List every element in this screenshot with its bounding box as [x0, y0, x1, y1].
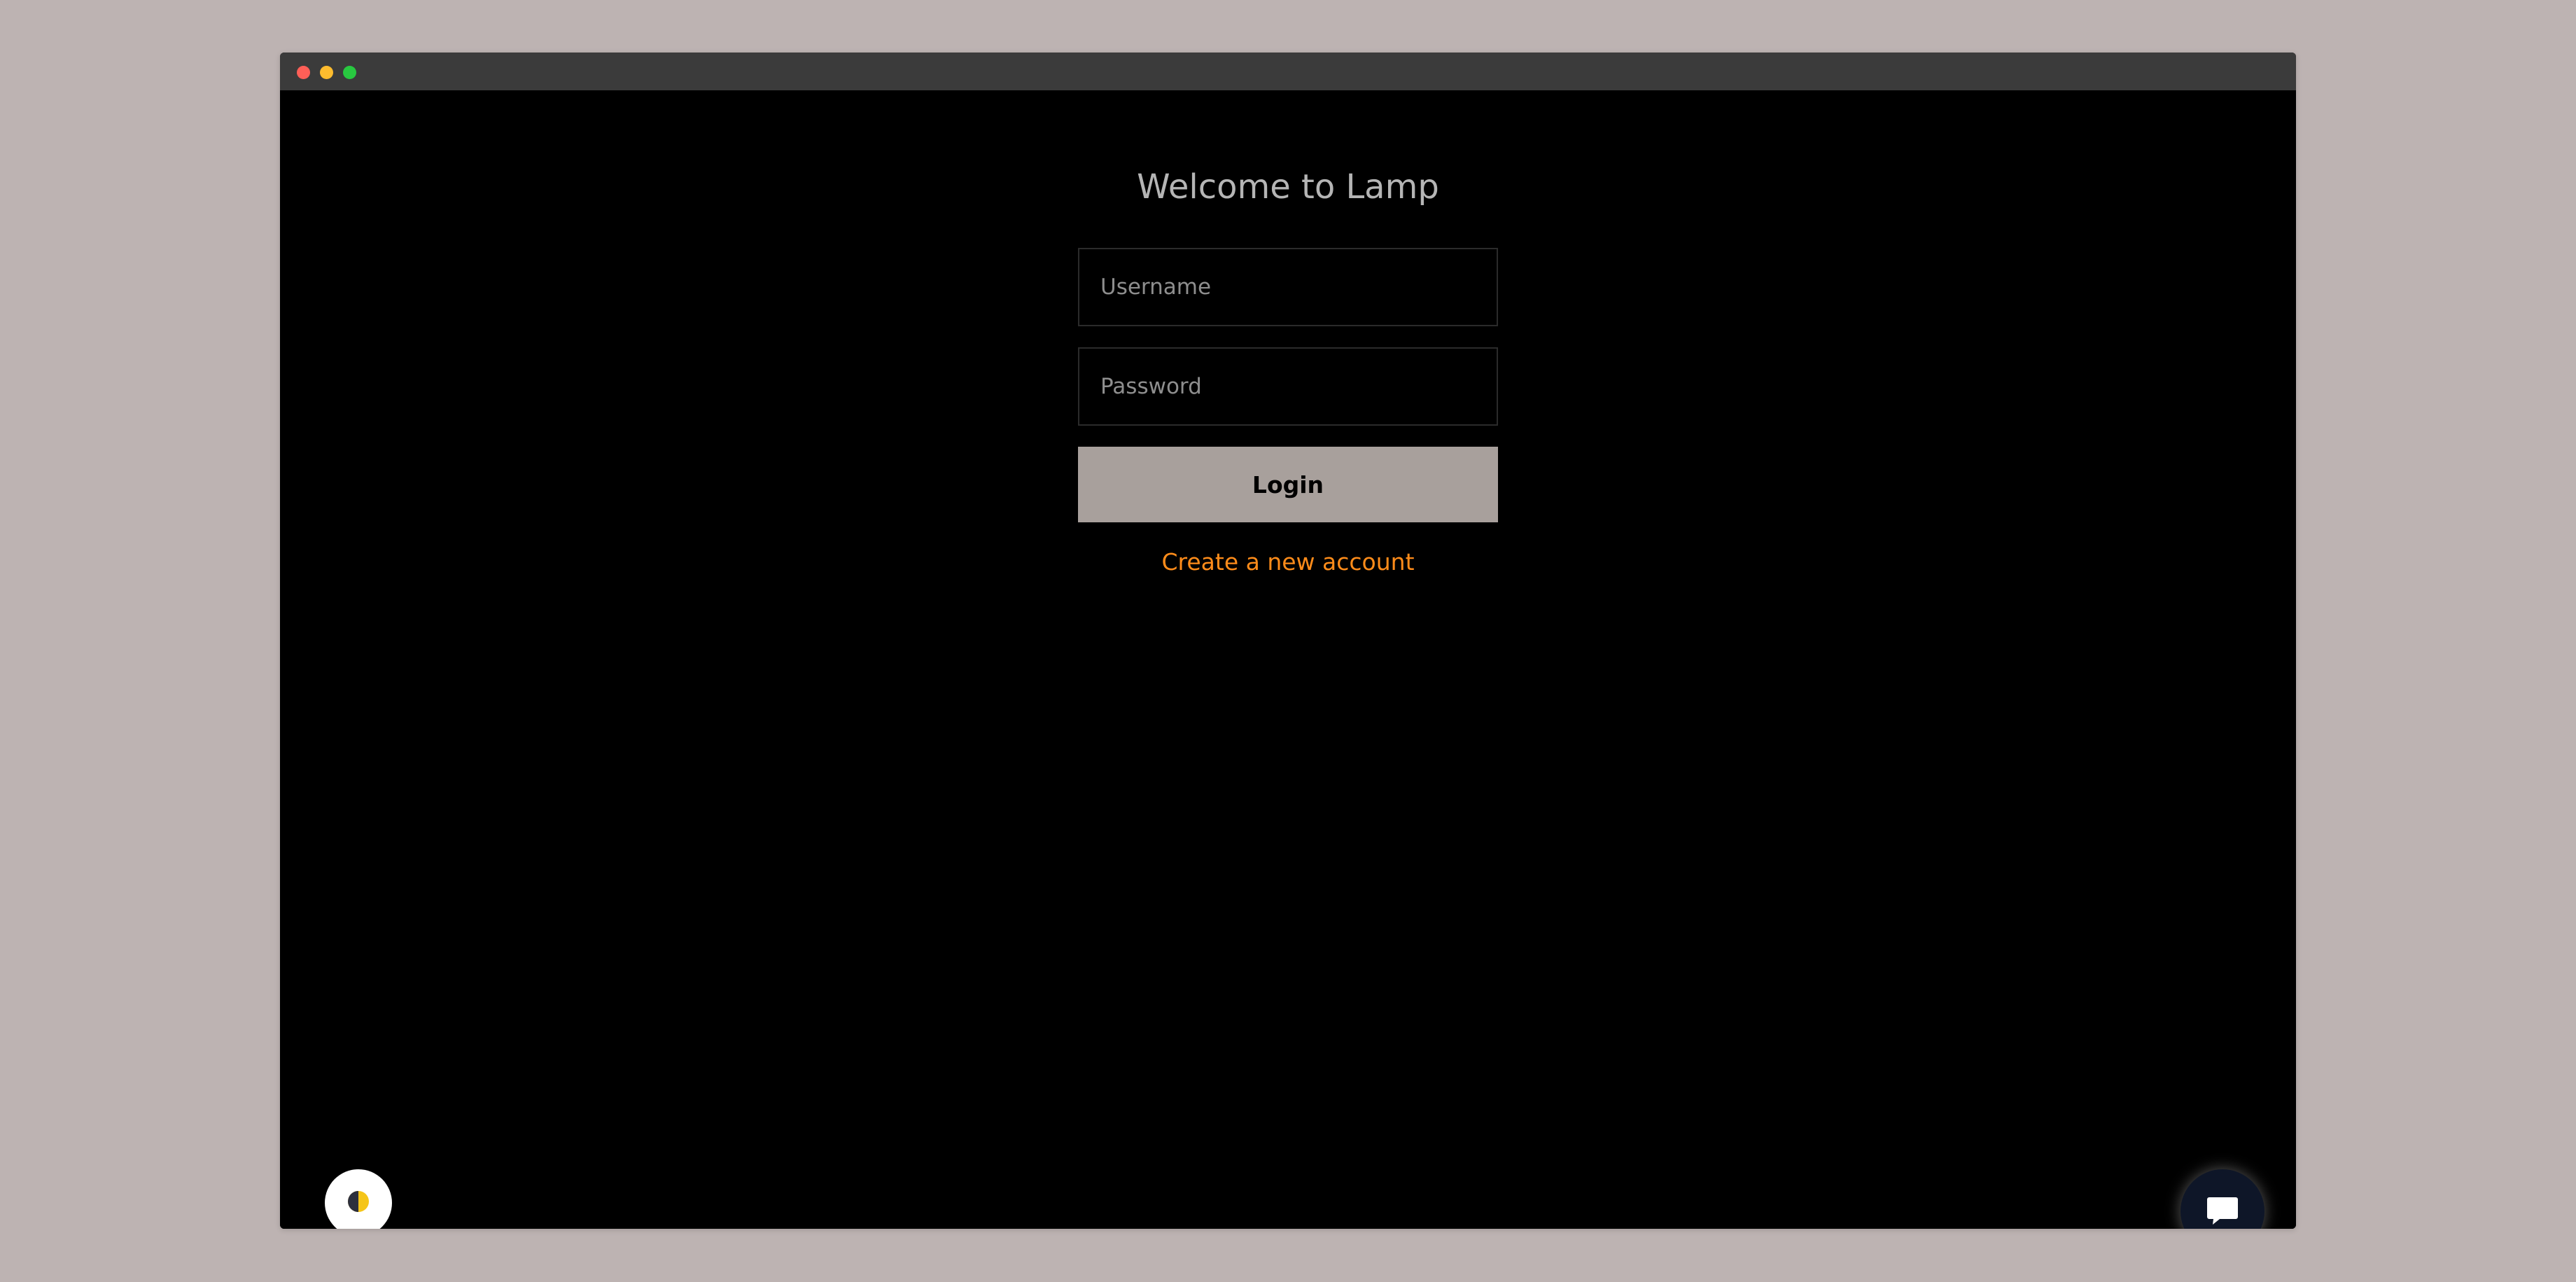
create-account-link[interactable]: Create a new account [280, 548, 2296, 576]
chat-button[interactable] [2180, 1169, 2264, 1229]
app-window: Welcome to Lamp Login Create a new accou… [280, 53, 2296, 1229]
close-window-button[interactable] [297, 66, 310, 79]
maximize-window-button[interactable] [343, 66, 356, 79]
password-input[interactable] [1078, 347, 1498, 426]
login-page: Welcome to Lamp Login Create a new accou… [280, 90, 2296, 1229]
minimize-window-button[interactable] [320, 66, 333, 79]
window-titlebar [280, 53, 2296, 90]
login-button[interactable]: Login [1078, 447, 1498, 522]
chat-bubble-icon [2203, 1190, 2242, 1229]
half-moon-contrast-icon [346, 1189, 371, 1217]
page-title: Welcome to Lamp [1137, 167, 1439, 207]
username-input[interactable] [1078, 248, 1498, 326]
theme-toggle-button[interactable] [325, 1169, 392, 1229]
